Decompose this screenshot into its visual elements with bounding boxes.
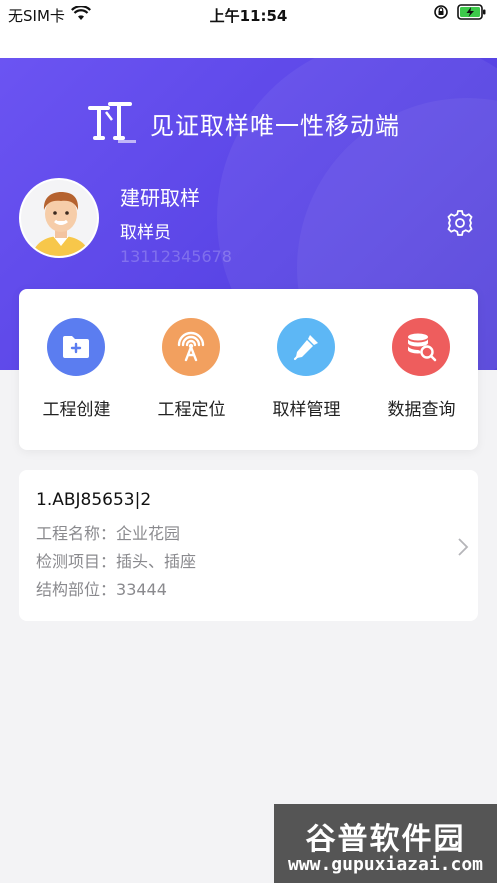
brand: 见证取样唯一性移动端 (86, 98, 400, 148)
watermark-url: www.gupuxiazai.com (287, 854, 484, 875)
app-logo-icon (88, 102, 136, 143)
project-name-row: 工程名称：企业花园 (36, 520, 180, 544)
menu-project-locate[interactable]: 工程定位 (134, 289, 249, 450)
chevron-right-icon (458, 538, 469, 556)
structure-part-label: 结构部位： (36, 580, 117, 599)
watermark-title: 谷普软件园 (305, 822, 466, 857)
status-bar: 无SIM卡 上午11:54 (0, 0, 497, 30)
user-role: 取样员 (120, 223, 171, 243)
menu-label: 工程创建 (42, 400, 111, 420)
settings-button[interactable] (446, 209, 474, 237)
menu-data-query[interactable]: 数据查询 (364, 289, 479, 450)
signal-tower-icon (162, 318, 220, 376)
project-name-label: 工程名称： (36, 524, 117, 543)
menu-label: 取样管理 (272, 400, 341, 420)
rotation-lock-icon (433, 4, 449, 24)
carrier-label: 无SIM卡 (8, 7, 65, 25)
avatar[interactable] (19, 178, 99, 258)
project-code: 1.ABJ85653|2 (36, 490, 152, 510)
top-spacer (0, 30, 497, 58)
structure-part-row: 结构部位：33444 (36, 576, 167, 600)
watermark: 谷普软件园 www.gupuxiazai.com (274, 804, 497, 883)
gear-icon (447, 210, 473, 236)
function-menu: 工程创建 工程定位 取样管理 数据查询 (19, 289, 478, 450)
menu-label: 工程定位 (157, 400, 226, 420)
folder-add-icon (47, 318, 105, 376)
user-phone: 13112345678 (120, 247, 232, 266)
project-list-item[interactable]: 1.ABJ85653|2 工程名称：企业花园 检测项目：插头、插座 结构部位：3… (19, 470, 478, 621)
dropper-icon (277, 318, 335, 376)
wifi-icon (70, 5, 91, 25)
app-title: 见证取样唯一性移动端 (150, 111, 400, 140)
test-item-label: 检测项目： (36, 552, 117, 571)
project-name-value: 企业花园 (116, 524, 181, 543)
test-item-value: 插头、插座 (116, 552, 197, 571)
menu-label: 数据查询 (387, 400, 456, 420)
database-search-icon (392, 318, 450, 376)
menu-project-create[interactable]: 工程创建 (19, 289, 134, 450)
test-item-row: 检测项目：插头、插座 (36, 548, 196, 572)
avatar-illustration (21, 180, 97, 256)
menu-sample-manage[interactable]: 取样管理 (249, 289, 364, 450)
structure-part-value: 33444 (116, 580, 167, 599)
battery-charging-icon (457, 4, 487, 24)
user-name: 建研取样 (120, 186, 200, 210)
